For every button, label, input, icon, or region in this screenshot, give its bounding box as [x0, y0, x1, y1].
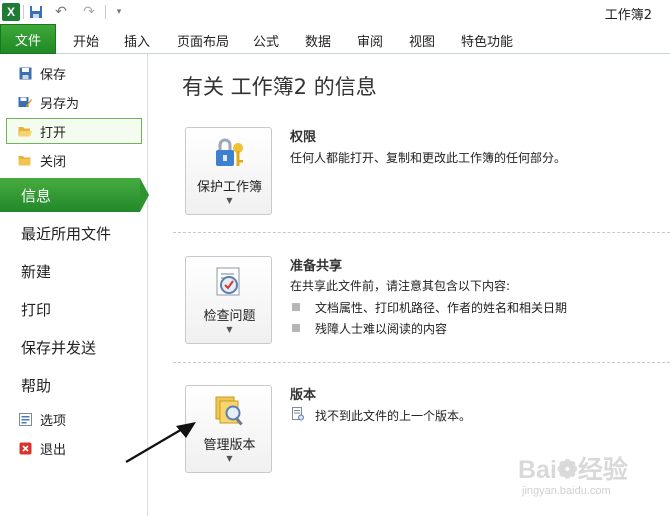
nav-tab-recent[interactable]: 最近所用文件 — [0, 216, 148, 250]
lock-key-icon — [212, 136, 246, 170]
nav-close[interactable]: 关闭 — [18, 149, 66, 171]
quick-save-icon[interactable] — [28, 3, 44, 21]
nav-open-label: 打开 — [40, 125, 67, 141]
selected-tab-arrow — [140, 178, 149, 212]
bullet-marker — [292, 303, 300, 311]
nav-save-as[interactable]: 另存为 — [18, 91, 79, 113]
nav-options[interactable]: 选项 — [18, 408, 66, 430]
tab-home[interactable]: 开始 — [73, 31, 99, 50]
nav-save-label: 保存 — [40, 67, 67, 83]
versions-heading: 版本 — [290, 388, 317, 403]
protect-workbook-button[interactable]: 保护工作簿 ▼ — [185, 127, 272, 215]
info-pane: 有关 工作簿2 的信息 保护工作簿 ▼ 权限 任何人都能打开、复制和更改此工作簿… — [149, 54, 670, 516]
nav-open[interactable]: 打开 — [18, 120, 66, 142]
nav-tab-help[interactable]: 帮助 — [0, 368, 148, 402]
prepare-bullet: 文档属性、打印机路径、作者的姓名和相关日期 — [315, 301, 568, 315]
nav-tab-new[interactable]: 新建 — [0, 254, 148, 288]
tab-insert[interactable]: 插入 — [124, 31, 150, 50]
excel-logo-icon[interactable]: X — [2, 3, 20, 21]
bullet-marker — [292, 324, 300, 332]
close-folder-icon — [18, 153, 32, 167]
nav-tab-info-label: 信息 — [21, 186, 52, 205]
watermark-url: jingyan.baidu.com — [522, 485, 611, 497]
section-divider — [173, 232, 670, 233]
save-icon — [18, 66, 32, 80]
exit-icon — [18, 441, 32, 455]
chevron-down-icon: ▼ — [226, 325, 233, 334]
nav-tab-print[interactable]: 打印 — [0, 292, 148, 326]
nav-exit-label: 退出 — [40, 442, 67, 458]
ribbon-tab-row: 文件 开始 插入 页面布局 公式 数据 审阅 视图 特色功能 — [0, 24, 670, 54]
protect-workbook-label: 保护工作簿 — [196, 180, 262, 195]
nav-tab-save-send[interactable]: 保存并发送 — [0, 330, 148, 364]
check-issues-label: 检查问题 — [203, 309, 256, 324]
undo-icon[interactable]: ↶ — [52, 3, 70, 21]
qa-separator — [105, 5, 106, 19]
open-folder-icon — [18, 124, 32, 138]
redo-icon[interactable]: ↷ — [80, 3, 98, 21]
tab-page-layout[interactable]: 页面布局 — [177, 31, 229, 50]
chevron-down-icon: ▼ — [226, 196, 233, 205]
page-title: 有关 工作簿2 的信息 — [182, 75, 377, 99]
nav-save-as-label: 另存为 — [40, 96, 80, 112]
options-icon — [18, 412, 32, 426]
nav-save[interactable]: 保存 — [18, 62, 66, 84]
manage-versions-icon — [212, 394, 246, 428]
section-divider — [173, 362, 670, 363]
annotation-arrow — [125, 422, 196, 463]
permissions-heading: 权限 — [290, 130, 317, 145]
tab-view[interactable]: 视图 — [409, 31, 435, 50]
permissions-text: 任何人都能打开、复制和更改此工作簿的任何部分。 — [290, 151, 567, 165]
nav-exit[interactable]: 退出 — [18, 437, 66, 459]
prepare-bullet: 残障人士难以阅读的内容 — [315, 322, 448, 336]
save-as-icon — [18, 95, 32, 109]
watermark: Bai❁经验 jingyan.baidu.com — [518, 450, 658, 504]
title-bar: X ↶ ↷ ▾ 工作簿2 — [0, 0, 670, 24]
inspect-document-icon — [212, 265, 246, 299]
prepare-text: 在共享此文件前，请注意其包含以下内容: — [290, 279, 511, 293]
customize-toolbar-icon[interactable]: ▾ — [112, 3, 126, 21]
tab-data[interactable]: 数据 — [305, 31, 331, 50]
check-issues-button[interactable]: 检查问题 ▼ — [185, 256, 272, 344]
tab-special-features[interactable]: 特色功能 — [461, 31, 513, 50]
paw-icon: ❁ — [556, 456, 578, 484]
versions-text: 找不到此文件的上一个版本。 — [315, 409, 472, 423]
prepare-heading: 准备共享 — [290, 259, 343, 274]
document-version-icon — [292, 407, 304, 421]
tab-formulas[interactable]: 公式 — [253, 31, 279, 50]
nav-tab-info[interactable]: 信息 — [0, 178, 149, 212]
tab-file[interactable]: 文件 — [0, 24, 56, 54]
qa-separator — [23, 5, 24, 19]
window-title: 工作簿2 — [604, 8, 652, 23]
watermark-brand: Bai❁经验 — [518, 456, 628, 484]
tab-review[interactable]: 审阅 — [357, 31, 383, 50]
nav-close-label: 关闭 — [40, 154, 67, 170]
nav-options-label: 选项 — [40, 413, 67, 429]
